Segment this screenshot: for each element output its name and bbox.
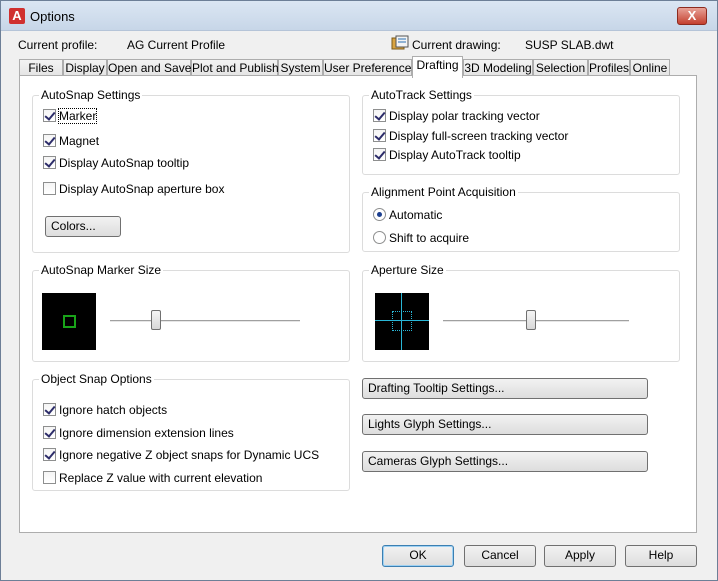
cameras-glyph-settings-button[interactable]: Cameras Glyph Settings... [362,451,648,472]
marker-size-slider-track[interactable] [110,320,300,323]
drawing-file-icon [391,35,409,50]
aperture-preview [375,293,429,350]
magnet-option[interactable]: Magnet [43,133,99,149]
aperture-size-slider-thumb[interactable] [525,310,536,330]
current-drawing-label: Current drawing: [412,38,501,52]
polar-tracking-checkbox[interactable] [373,109,386,123]
aperture-box-checkbox[interactable] [43,182,56,196]
marker-size-group: AutoSnap Marker Size [32,263,350,362]
ok-button[interactable]: OK [382,545,454,567]
magnet-label: Magnet [59,133,100,148]
replace-z-label: Replace Z value with current elevation [59,470,263,485]
marker-label: Marker [57,107,98,124]
shift-to-acquire-option[interactable]: Shift to acquire [373,230,469,246]
marker-checkbox[interactable] [43,109,56,123]
fullscreen-tracking-checkbox[interactable] [373,129,386,143]
window-title: Options [30,9,75,24]
ignore-negative-z-checkbox[interactable] [43,448,56,462]
autosnap-tooltip-label: Display AutoSnap tooltip [59,155,190,170]
cancel-button[interactable]: Cancel [464,545,536,567]
aperture-size-title: Aperture Size [369,263,446,277]
current-profile-value: AG Current Profile [127,38,226,52]
colors-button[interactable]: Colors... [45,216,121,237]
object-snap-title: Object Snap Options [39,372,154,386]
drafting-tab-panel: AutoSnap Settings Marker Magnet Display … [19,75,697,533]
marker-size-title: AutoSnap Marker Size [39,263,164,277]
marker-square-icon [63,315,76,328]
ignore-dimension-option[interactable]: Ignore dimension extension lines [43,425,234,441]
aperture-box-label: Display AutoSnap aperture box [59,181,225,196]
ignore-hatch-checkbox[interactable] [43,403,56,417]
automatic-option[interactable]: Automatic [373,207,442,223]
autotrack-settings-group: AutoTrack Settings Display polar trackin… [362,88,680,175]
ignore-negative-z-option[interactable]: Ignore negative Z object snaps for Dynam… [43,447,319,463]
automatic-radio[interactable] [373,208,386,222]
ignore-negative-z-label: Ignore negative Z object snaps for Dynam… [59,447,320,462]
aperture-box-option[interactable]: Display AutoSnap aperture box [43,181,224,197]
dialog-body: Current profile: AG Current Profile Curr… [7,31,711,576]
polar-tracking-option[interactable]: Display polar tracking vector [373,108,540,124]
lights-glyph-settings-button[interactable]: Lights Glyph Settings... [362,414,648,435]
autotrack-tooltip-option[interactable]: Display AutoTrack tooltip [373,147,521,163]
fullscreen-tracking-option[interactable]: Display full-screen tracking vector [373,128,568,144]
replace-z-checkbox[interactable] [43,471,56,485]
autosnap-tooltip-checkbox[interactable] [43,156,56,170]
marker-option[interactable]: Marker [43,107,98,124]
marker-size-slider-thumb[interactable] [151,310,162,330]
object-snap-group: Object Snap Options Ignore hatch objects… [32,372,350,491]
title-bar[interactable]: A Options X [1,1,717,31]
magnet-checkbox[interactable] [43,134,56,148]
replace-z-option[interactable]: Replace Z value with current elevation [43,470,262,486]
alignment-point-group: Alignment Point Acquisition Automatic Sh… [362,185,680,252]
ignore-dimension-label: Ignore dimension extension lines [59,425,234,440]
alignment-point-title: Alignment Point Acquisition [369,185,518,199]
autocad-app-icon: A [9,8,25,24]
autosnap-tooltip-option[interactable]: Display AutoSnap tooltip [43,155,189,171]
aperture-size-slider-track[interactable] [443,320,629,323]
aperture-size-group: Aperture Size [362,263,680,362]
ignore-hatch-label: Ignore hatch objects [59,402,168,417]
fullscreen-tracking-label: Display full-screen tracking vector [389,128,569,143]
current-drawing-value: SUSP SLAB.dwt [525,38,614,52]
close-button[interactable]: X [677,7,707,25]
current-profile-label: Current profile: [18,38,98,52]
autotrack-tooltip-checkbox[interactable] [373,148,386,162]
shift-to-acquire-radio[interactable] [373,231,386,245]
apply-button[interactable]: Apply [544,545,616,567]
autosnap-settings-group: AutoSnap Settings Marker Magnet Display … [32,88,350,253]
autosnap-settings-title: AutoSnap Settings [39,88,143,102]
options-dialog: A Options X Current profile: AG Current … [0,0,718,581]
polar-tracking-label: Display polar tracking vector [389,108,540,123]
automatic-label: Automatic [389,207,443,222]
ignore-dimension-checkbox[interactable] [43,426,56,440]
shift-to-acquire-label: Shift to acquire [389,230,470,245]
marker-preview [42,293,96,350]
autotrack-settings-title: AutoTrack Settings [369,88,474,102]
drafting-tooltip-settings-button[interactable]: Drafting Tooltip Settings... [362,378,648,399]
autotrack-tooltip-label: Display AutoTrack tooltip [389,147,521,162]
help-button[interactable]: Help [625,545,697,567]
tab-drafting[interactable]: Drafting [412,56,463,78]
ignore-hatch-option[interactable]: Ignore hatch objects [43,402,167,418]
aperture-box-icon [392,311,412,331]
